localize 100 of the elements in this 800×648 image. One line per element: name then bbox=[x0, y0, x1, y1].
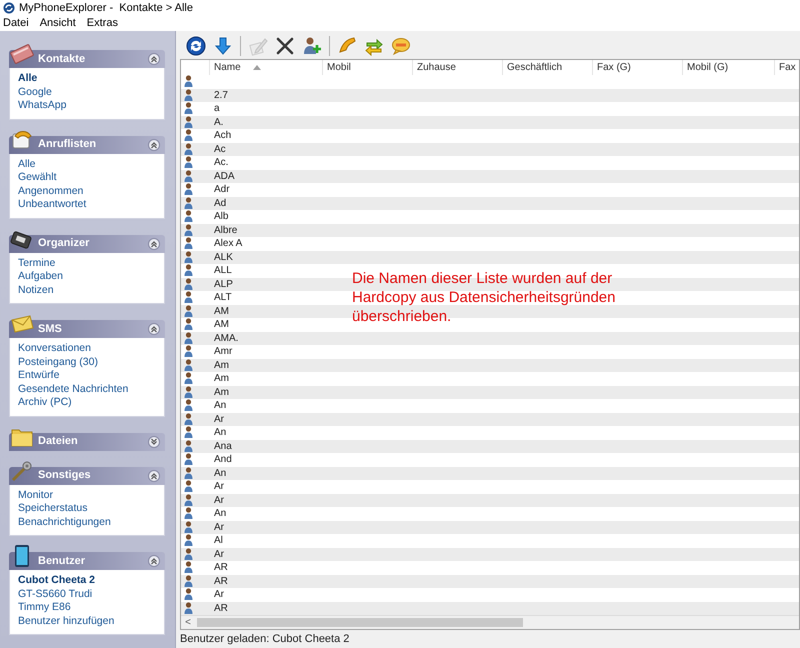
section-title: SMS bbox=[38, 322, 62, 337]
sidebar-link[interactable]: Archiv (PC) bbox=[18, 396, 72, 410]
contact-icon bbox=[184, 548, 193, 561]
column-header[interactable]: Geschäftlich bbox=[507, 60, 562, 75]
contact-icon bbox=[184, 480, 193, 494]
contact-name: Ar bbox=[213, 548, 224, 562]
sidebar-link[interactable]: Alle bbox=[18, 72, 38, 86]
sidebar-link[interactable]: Alle bbox=[18, 158, 36, 171]
contact-icon bbox=[184, 291, 193, 304]
horizontal-scrollbar[interactable]: < bbox=[181, 615, 799, 629]
sidebar-link[interactable]: Angenommen bbox=[18, 184, 84, 198]
contact-name: AM bbox=[213, 318, 229, 332]
contact-icon bbox=[184, 224, 193, 237]
contact-name: An bbox=[213, 507, 226, 522]
sidebar-link[interactable]: Timmy E86 bbox=[18, 601, 71, 614]
sync-arrows-icon bbox=[364, 36, 384, 56]
contact-icon bbox=[184, 372, 193, 386]
contact-name: Ac. bbox=[213, 156, 228, 170]
contact-icon bbox=[184, 156, 193, 170]
contact-name: AMA. bbox=[213, 332, 238, 346]
contact-icon bbox=[184, 574, 193, 588]
section-title: Anruflisten bbox=[38, 137, 96, 152]
wrench-icon bbox=[10, 458, 34, 482]
section-header[interactable]: Benutzer bbox=[9, 552, 165, 570]
section-header[interactable]: SMS bbox=[9, 320, 165, 338]
sidebar-link[interactable]: Benutzer hinzufügen bbox=[18, 614, 114, 628]
contact-icon bbox=[184, 102, 193, 116]
contact-name: Ac bbox=[213, 142, 226, 157]
contact-icon bbox=[184, 237, 193, 250]
collapse-icon[interactable] bbox=[148, 138, 160, 150]
contact-name: Ad bbox=[213, 196, 226, 211]
menu-item[interactable]: Extras bbox=[86, 15, 119, 32]
sidebar-link[interactable]: Google bbox=[18, 86, 52, 99]
sidebar-link[interactable]: Aufgaben bbox=[18, 270, 63, 284]
contact-icon bbox=[184, 534, 193, 548]
scrollbar-thumb[interactable] bbox=[197, 618, 523, 627]
sidebar-link[interactable]: Benachrichtigungen bbox=[18, 516, 111, 529]
speech-bubble-icon bbox=[391, 36, 411, 56]
sidebar-link[interactable]: WhatsApp bbox=[18, 99, 66, 112]
sidebar-link[interactable]: Cubot Cheeta 2 bbox=[18, 574, 96, 588]
sidebar-link[interactable]: GT-S5660 Trudi bbox=[18, 588, 92, 601]
contact-icon bbox=[184, 196, 193, 210]
column-header[interactable]: Fax (G) bbox=[597, 60, 631, 75]
sidebar-link[interactable]: Gesendete Nachrichten bbox=[18, 382, 128, 396]
section-title: Benutzer bbox=[38, 554, 86, 569]
contact-name: ALL bbox=[213, 264, 232, 278]
collapse-icon[interactable] bbox=[148, 238, 160, 250]
contact-icon bbox=[184, 183, 193, 196]
collapse-icon[interactable] bbox=[148, 470, 160, 482]
column-header[interactable]: Mobil (G) bbox=[687, 60, 728, 75]
contact-name: Am bbox=[213, 372, 229, 386]
contact-icon bbox=[184, 88, 193, 102]
sidebar-link[interactable]: Entwürfe bbox=[18, 369, 60, 382]
contact-icon bbox=[184, 142, 193, 156]
sidebar-link[interactable]: Termine bbox=[18, 256, 56, 270]
contact-name: AR bbox=[213, 561, 228, 576]
menu-item[interactable]: Ansicht bbox=[38, 15, 77, 32]
refresh-icon bbox=[186, 36, 206, 56]
column-header[interactable]: Mobil bbox=[327, 60, 351, 75]
contact-name: 2.7 bbox=[213, 88, 228, 103]
contact-name: An bbox=[213, 466, 226, 481]
contact-name: Ar bbox=[213, 520, 224, 535]
collapse-icon[interactable] bbox=[148, 323, 160, 335]
contact-icon bbox=[184, 561, 193, 574]
section-title: Kontakte bbox=[38, 52, 86, 67]
contact-name: ALT bbox=[213, 291, 232, 306]
contact-icon bbox=[184, 250, 193, 264]
section-header[interactable]: Dateien bbox=[9, 432, 165, 450]
menu-item[interactable]: Datei bbox=[2, 15, 30, 32]
sidebar-link[interactable]: Notizen bbox=[18, 284, 54, 297]
sidebar-link[interactable]: Unbeantwortet bbox=[18, 198, 86, 212]
column-header[interactable]: Name bbox=[214, 60, 241, 75]
contact-name: Albre bbox=[213, 224, 238, 238]
contact-icon bbox=[184, 507, 193, 520]
toolbar-button[interactable] bbox=[184, 34, 208, 58]
sidebar-link[interactable]: Posteingang (30) bbox=[18, 356, 98, 369]
sidebar-link[interactable]: Gewählt bbox=[18, 171, 57, 184]
contact-name: Am bbox=[213, 386, 229, 400]
scroll-left-arrow[interactable]: < bbox=[181, 615, 195, 629]
contact-icon bbox=[184, 588, 193, 602]
sidebar-link[interactable]: Monitor bbox=[18, 488, 54, 502]
contact-icon bbox=[184, 412, 193, 426]
contact-name: ALP bbox=[213, 278, 233, 292]
contact-icon bbox=[184, 116, 193, 129]
contact-icon bbox=[184, 304, 193, 318]
column-header[interactable]: Fax bbox=[779, 60, 796, 75]
contact-icon bbox=[184, 75, 193, 88]
sidebar-link[interactable]: Konversationen bbox=[18, 342, 91, 356]
contact-name: Ar bbox=[213, 480, 224, 494]
collapse-icon[interactable] bbox=[148, 53, 160, 65]
expand-icon[interactable] bbox=[148, 436, 160, 448]
section-title: Sonstiges bbox=[38, 468, 91, 484]
collapse-icon[interactable] bbox=[148, 555, 160, 567]
contact-name: Ana bbox=[213, 440, 232, 454]
contact-name: Ar bbox=[213, 412, 224, 427]
contact-icon bbox=[184, 332, 193, 345]
contact-icon bbox=[184, 466, 193, 480]
contact-name: And bbox=[213, 453, 232, 468]
column-header[interactable]: Zuhause bbox=[417, 60, 456, 75]
sidebar-link[interactable]: Speicherstatus bbox=[18, 502, 88, 516]
